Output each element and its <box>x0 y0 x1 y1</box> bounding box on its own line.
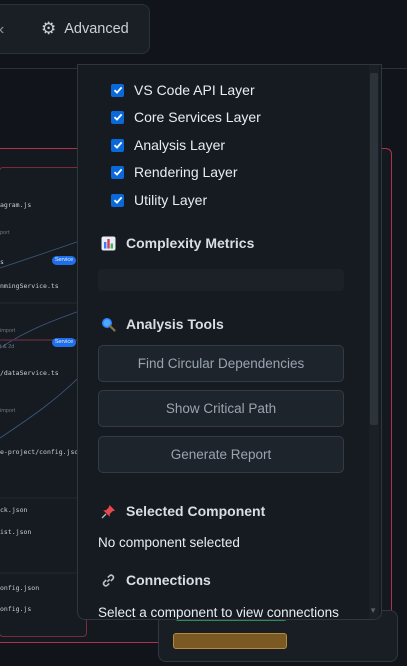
scroll-down-icon[interactable]: ▼ <box>369 606 377 615</box>
layer-label: Utility Layer <box>134 192 208 208</box>
checkbox-checked-icon[interactable] <box>111 138 124 152</box>
graph-node[interactable]: s <box>0 258 4 266</box>
graph-node[interactable]: nmingService.ts <box>0 282 59 290</box>
edge-label: import <box>0 408 16 414</box>
controls-panel: ▼ VS Code API Layer Core Services Layer … <box>77 64 382 620</box>
selected-component-title: Selected Component <box>126 503 266 519</box>
graph-node-sub: t & 2d <box>0 344 15 350</box>
connections-title: Connections <box>126 572 211 588</box>
generate-report-button[interactable]: Generate Report <box>98 436 344 473</box>
checkbox-checked-icon[interactable] <box>111 193 124 207</box>
layer-toggle-rendering[interactable]: Rendering Layer <box>111 164 238 180</box>
connections-value: Select a component to view connections <box>98 605 339 620</box>
graph-node[interactable]: onfig.json <box>0 584 39 592</box>
edge-label: import <box>0 328 16 334</box>
checkbox-checked-icon[interactable] <box>111 165 124 179</box>
layer-toggle-utility[interactable]: Utility Layer <box>111 192 207 208</box>
graph-layer-box: agram.js port s Service nmingService.ts … <box>0 167 88 637</box>
layer-toggle-core-services[interactable]: Core Services Layer <box>111 109 261 125</box>
pushpin-icon <box>100 503 116 519</box>
graph-node[interactable]: onfig.js <box>0 605 31 613</box>
legend-swatch-gold <box>173 633 287 649</box>
layer-label: Analysis Layer <box>134 137 226 153</box>
selected-component-value: No component selected <box>98 535 240 550</box>
service-badge: Service <box>52 338 76 347</box>
toolbar-partial-icon[interactable]: ‹ <box>0 21 4 39</box>
selected-component-heading: Selected Component <box>100 503 265 519</box>
scrollbar-thumb[interactable] <box>370 73 378 425</box>
graph-node[interactable]: e-project/config.json <box>0 448 82 456</box>
advanced-label: Advanced <box>64 20 129 37</box>
graph-node[interactable]: /dataService.ts <box>0 369 59 377</box>
layer-toggle-vscode-api[interactable]: VS Code API Layer <box>111 82 255 98</box>
layer-label: Rendering Layer <box>134 164 238 180</box>
graph-node[interactable]: agram.js <box>0 201 31 209</box>
complexity-metrics-heading: Complexity Metrics <box>100 235 254 251</box>
link-icon <box>100 572 116 588</box>
show-critical-path-button[interactable]: Show Critical Path <box>98 390 344 427</box>
analysis-tools-title: Analysis Tools <box>126 316 224 332</box>
layer-label: Core Services Layer <box>134 109 261 125</box>
advanced-button[interactable]: ⚙ Advanced <box>41 20 129 37</box>
complexity-metrics-content <box>98 269 344 291</box>
complexity-metrics-title: Complexity Metrics <box>126 235 255 251</box>
graph-node[interactable]: ck.json <box>0 506 27 514</box>
gear-icon: ⚙ <box>41 19 57 38</box>
layer-label: VS Code API Layer <box>134 82 255 98</box>
bar-chart-icon <box>100 235 116 251</box>
graph-edges <box>0 237 88 574</box>
analysis-tools-heading: Analysis Tools <box>100 316 224 332</box>
checkbox-checked-icon[interactable] <box>111 110 124 124</box>
graph-node[interactable]: ist.json <box>0 528 31 536</box>
magnifier-icon <box>100 316 116 332</box>
find-circular-dependencies-button[interactable]: Find Circular Dependencies <box>98 345 344 382</box>
connections-heading: Connections <box>100 572 211 588</box>
app-stage: ‹ ⚙ Advanced agram.js port s Service nmi… <box>0 0 407 666</box>
graph-node-sub: port <box>0 230 10 236</box>
layer-toggle-analysis[interactable]: Analysis Layer <box>111 137 225 153</box>
top-toolbar: ‹ ⚙ Advanced <box>0 4 150 54</box>
service-badge: Service <box>52 256 76 265</box>
checkbox-checked-icon[interactable] <box>111 83 124 97</box>
